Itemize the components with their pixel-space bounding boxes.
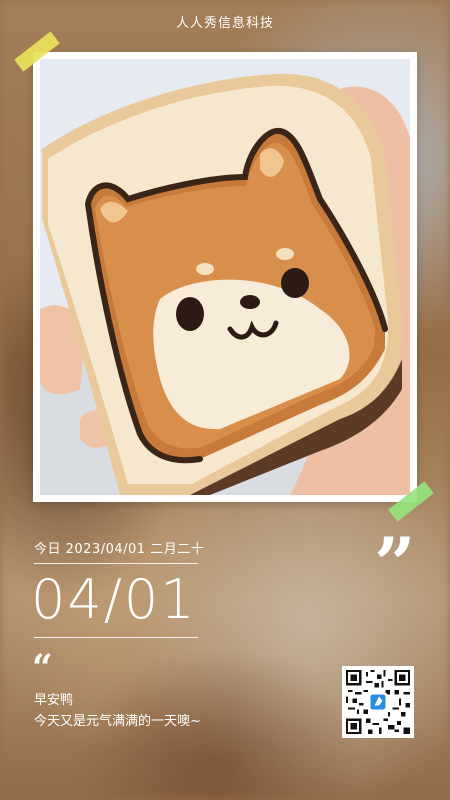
divider-bottom	[34, 637, 198, 638]
date-line: 今日 2023/04/01 二月二十	[34, 542, 205, 557]
message-text: 今天又是元气满满的一天噢~	[34, 714, 201, 729]
close-quote-mark: ”	[374, 521, 416, 606]
divider-top	[34, 563, 198, 564]
qr-code[interactable]	[342, 666, 414, 738]
shiba-toast-photo	[40, 59, 410, 495]
qr-code-icon	[346, 670, 410, 734]
brand-title: 人人秀信息科技	[175, 16, 274, 31]
photo-frame	[33, 52, 417, 502]
big-date: 04/01	[31, 568, 197, 631]
open-quote-mark: “	[32, 647, 53, 689]
greeting-text: 早安鸭	[34, 693, 74, 708]
